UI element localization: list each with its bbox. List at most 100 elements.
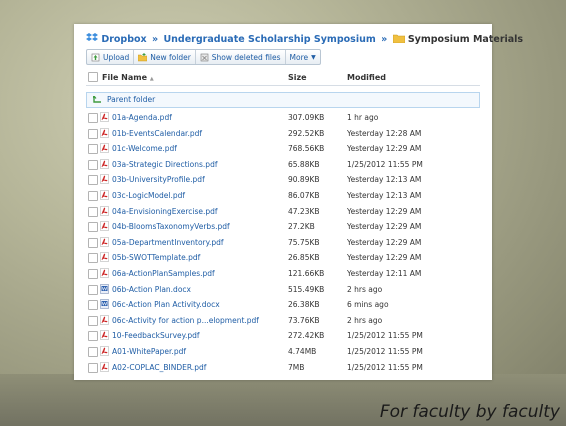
file-size: 4.74MB [288,347,317,356]
select-all-checkbox[interactable] [88,72,98,82]
file-checkbox[interactable] [88,347,98,357]
pdf-file-icon [100,174,109,185]
file-checkbox[interactable] [88,222,98,233]
file-row[interactable]: 03b-UniversityProfile.pdf 90.89KB Yesterda… [86,172,480,187]
file-modified: 1/25/2012 11:55 PM [347,362,423,372]
file-row[interactable]: 06a-ActionPlanSamples.pdf 121.66KB Yesterd… [86,266,480,281]
file-name-link[interactable]: 05a-DepartmentInventory.pdf [112,238,224,247]
file-modified: 2 hrs ago [347,284,383,294]
file-checkbox[interactable] [88,144,98,155]
file-name-link[interactable]: A01-WhitePaper.pdf [112,347,186,356]
file-checkbox[interactable] [88,237,98,248]
file-checkbox[interactable] [88,159,98,170]
breadcrumb-folder[interactable]: Undergraduate Scholarship Symposium [163,34,375,45]
dropbox-logo-icon [86,33,98,41]
pdf-file-icon [100,268,109,278]
file-row[interactable]: 10-FeedbackSurvey.pdf 272.42KB 1/25/2012 1… [86,328,480,343]
pdf-file-icon [100,330,109,341]
pdf-file-icon [100,236,109,247]
parent-folder-row[interactable]: Parent folder [86,92,480,108]
dropbox-window: Dropbox » Undergraduate Scholarship Symp… [74,24,523,380]
pdf-file-icon [100,127,109,138]
new-folder-icon [138,52,148,61]
file-name-link[interactable]: 06c-Activity for action p...elopment.pdf [112,316,259,325]
file-row[interactable]: 04a-EnvisioningExercise.pdf 47.23KB Yester… [86,204,480,219]
file-size: 75.75KB [288,237,320,247]
file-name-link[interactable]: 03b-UniversityProfile.pdf [112,175,205,184]
file-checkbox[interactable] [88,315,98,326]
file-row[interactable]: 01b-EventsCalendar.pdf 292.52KB Yesterday … [86,126,480,141]
breadcrumb-separator: » [151,34,159,45]
file-row[interactable]: 05a-DepartmentInventory.pdf 75.75KB Yester… [86,235,480,250]
file-name-link[interactable]: 03c-LogicModel.pdf [112,191,185,200]
column-header-size[interactable]: Size [288,73,307,82]
file-name-link[interactable]: 10-FeedbackSurvey.pdf [112,331,200,340]
file-checkbox[interactable] [88,331,98,342]
file-name-link[interactable]: 04b-BloomsTaxonomyVerbs.pdf [112,222,230,231]
file-checkbox[interactable] [88,175,98,186]
pdf-file-icon [100,346,109,356]
file-checkbox[interactable] [88,191,98,201]
file-name-link[interactable]: 01c-Welcome.pdf [112,144,177,153]
file-row[interactable]: 06c-Activity for action p...elopment.pdf… [86,313,480,328]
file-row[interactable]: A01-WhitePaper.pdf 4.74MB 1/25/2012 11:55 … [86,344,480,359]
file-checkbox[interactable] [88,206,98,217]
file-name-link[interactable]: 06a-ActionPlanSamples.pdf [112,269,215,278]
file-row[interactable]: 06c-Action Plan Activity.docx 26.38KB 6 mi… [86,297,480,312]
file-row[interactable]: 03a-Strategic Directions.pdf 65.88KB 1/25/… [86,157,480,172]
file-modified: Yesterday 12:28 AM [347,128,422,138]
pdf-file-icon [100,205,109,216]
file-checkbox[interactable] [88,113,98,123]
file-size: 65.88KB [288,159,320,169]
file-checkbox[interactable] [88,128,98,139]
file-name-link[interactable]: 04a-EnvisioningExercise.pdf [112,207,218,216]
file-size: 73.76KB [288,315,320,325]
file-name-link[interactable]: 01a-Agenda.pdf [112,113,172,122]
file-row[interactable]: 04b-BloomsTaxonomyVerbs.pdf 27.2KB Yesterd… [86,219,480,234]
file-checkbox[interactable] [88,300,98,311]
pdf-file-icon [100,361,109,372]
new-folder-button[interactable]: New folder [134,50,196,64]
file-checkbox[interactable] [88,284,98,295]
up-arrow-icon [93,96,101,103]
breadcrumb-separator: » [381,34,388,45]
file-modified: Yesterday 12:29 AM [347,237,422,247]
file-row[interactable]: 05b-SWOTTemplate.pdf 26.85KB Yesterday 12:… [86,250,480,265]
file-row[interactable]: 01a-Agenda.pdf 307.09KB 1 hr ago [86,110,480,125]
file-modified: 2 hrs ago [347,315,383,325]
more-label: More [289,52,309,62]
file-size: 90.89KB [288,175,320,185]
file-modified: Yesterday 12:13 AM [347,175,422,185]
file-checkbox[interactable] [88,362,98,373]
file-name-link[interactable]: 01b-EventsCalendar.pdf [112,129,202,138]
file-name-link[interactable]: 05b-SWOTTemplate.pdf [112,253,200,262]
show-deleted-button[interactable]: Show deleted files [196,50,286,64]
upload-button[interactable]: Upload [87,50,135,64]
parent-folder-link[interactable]: Parent folder [107,95,155,104]
file-size: 86.07KB [288,191,320,200]
file-modified: Yesterday 12:29 AM [347,144,422,154]
file-modified: Yesterday 12:29 AM [347,206,422,216]
sort-arrow-icon: ▲ [149,76,154,82]
file-checkbox[interactable] [88,269,98,279]
file-size: 47.23KB [288,206,320,216]
dropdown-arrow-icon: ▼ [311,53,316,61]
column-header-name[interactable]: File Name ▲ [102,73,154,82]
word-document-icon [100,299,109,309]
file-row[interactable]: A02-COPLAC_BINDER.pdf 7MB 1/25/2012 11:55 … [86,360,480,375]
file-size: 27.2KB [288,222,315,232]
breadcrumb-current: Symposium Materials [407,34,524,45]
file-modified: 1 hr ago [347,113,379,122]
file-row[interactable]: 06b-Action Plan.docx 515.49KB 2 hrs ago [86,282,480,297]
file-row[interactable]: 03c-LogicModel.pdf 86.07KB Yesterday 12:13… [86,188,480,203]
folder-icon [392,34,405,43]
file-name-link[interactable]: 06c-Action Plan Activity.docx [112,300,220,309]
file-name-link[interactable]: 06b-Action Plan.docx [112,285,191,294]
more-dropdown[interactable]: More ▼ [286,50,320,64]
file-checkbox[interactable] [88,253,98,264]
file-name-link[interactable]: A02-COPLAC_BINDER.pdf [112,363,206,372]
column-header-modified[interactable]: Modified [347,73,386,82]
file-name-link[interactable]: 03a-Strategic Directions.pdf [112,160,217,169]
file-row[interactable]: 01c-Welcome.pdf 768.56KB Yesterday 12:29 A… [86,141,480,156]
breadcrumb-root[interactable]: Dropbox [101,34,146,45]
